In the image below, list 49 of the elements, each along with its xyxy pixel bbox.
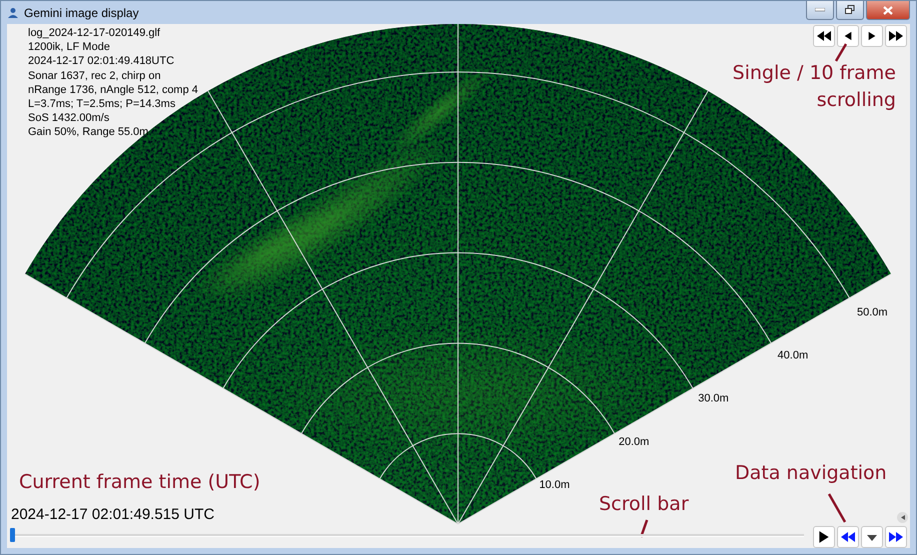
rewind-button[interactable] — [837, 526, 859, 548]
play-button[interactable] — [813, 526, 835, 548]
restore-button[interactable] — [836, 1, 864, 20]
range-label: 20.0m — [618, 436, 650, 448]
forward-ten-button[interactable] — [885, 25, 907, 47]
range-label: 40.0m — [778, 350, 808, 362]
annotation-label: Single / 10 frame scrolling — [732, 61, 896, 113]
range-label: 10.0m — [539, 478, 570, 491]
right-arrow-icon — [867, 30, 877, 42]
info-line: L=3.7ms; T=2.5ms; P=14.3ms — [28, 97, 176, 112]
annotation-label: Scroll bar — [599, 492, 689, 517]
info-line: 1200ik, LF Mode — [28, 40, 111, 54]
collapse-arrow-button[interactable] — [897, 512, 908, 523]
scroll-bar[interactable] — [10, 529, 804, 541]
fast-forward-button[interactable] — [885, 526, 907, 548]
back-button[interactable] — [837, 25, 859, 47]
close-button[interactable] — [866, 1, 910, 20]
play-icon — [817, 530, 831, 544]
left-arrow-icon — [843, 30, 853, 42]
range-label: 50.0m — [856, 306, 888, 318]
frame-time: 2024-12-17 02:01:49.515 UTC — [11, 506, 214, 523]
info-line: SoS 1432.00m/s — [28, 111, 110, 126]
double-left-icon — [840, 531, 856, 543]
annotation-label: Data navigation — [735, 461, 887, 486]
annotation-label: Current frame time (UTC) — [19, 470, 260, 495]
double-right-icon — [888, 30, 904, 42]
leader-line — [834, 43, 848, 62]
caret-down-icon — [865, 532, 879, 542]
leader-line — [640, 520, 648, 538]
back-ten-button[interactable] — [813, 25, 835, 47]
forward-button[interactable] — [861, 25, 883, 47]
close-icon — [883, 6, 893, 14]
double-left-icon — [816, 30, 832, 42]
info-line: nRange 1736, nAngle 512, comp 4 — [28, 82, 198, 98]
info-line: Gain 50%, Range 55.0m — [28, 125, 150, 140]
info-line: log_2024-12-17-020149.glf — [28, 26, 162, 40]
double-right-icon — [888, 531, 904, 543]
minimize-button[interactable] — [806, 1, 834, 20]
dropdown-button[interactable] — [861, 526, 883, 548]
minimize-icon — [815, 8, 825, 12]
leader-line — [828, 493, 846, 523]
range-label: 30.0m — [698, 392, 729, 405]
scroll-thumb[interactable] — [10, 528, 15, 542]
restore-icon — [845, 5, 855, 15]
window-title: Gemini image display — [24, 6, 139, 20]
left-arrow-icon — [900, 514, 906, 521]
info-line: 2024-12-17 02:01:49.418UTC — [28, 54, 176, 69]
info-line: Sonar 1637, rec 2, chirp on — [28, 68, 162, 83]
app-icon — [7, 6, 19, 18]
